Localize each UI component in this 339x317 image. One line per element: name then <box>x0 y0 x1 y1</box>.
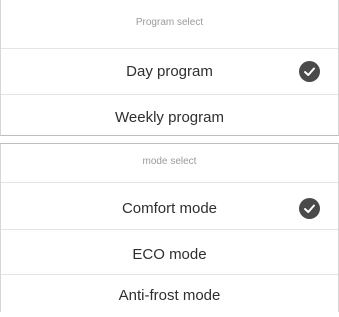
option-eco-mode[interactable]: ECO mode <box>1 229 338 274</box>
program-select-panel: Program select Day program Weekly progra… <box>0 0 339 136</box>
option-label: Weekly program <box>115 109 224 126</box>
option-label: ECO mode <box>132 246 207 263</box>
check-circle-icon <box>299 198 320 219</box>
program-select-header: Program select <box>135 17 204 28</box>
option-anti-frost-mode[interactable]: Anti-frost mode <box>1 274 338 313</box>
check-circle-icon <box>299 61 320 82</box>
option-day-program[interactable]: Day program <box>1 48 338 94</box>
mode-select-panel: mode select Comfort mode ECO mode Anti-f… <box>0 143 339 312</box>
mode-select-header: mode select <box>142 156 197 167</box>
option-weekly-program[interactable]: Weekly program <box>1 94 338 136</box>
option-comfort-mode[interactable]: Comfort mode <box>1 182 338 229</box>
option-label: Day program <box>126 63 213 80</box>
option-label: Comfort mode <box>121 200 218 217</box>
